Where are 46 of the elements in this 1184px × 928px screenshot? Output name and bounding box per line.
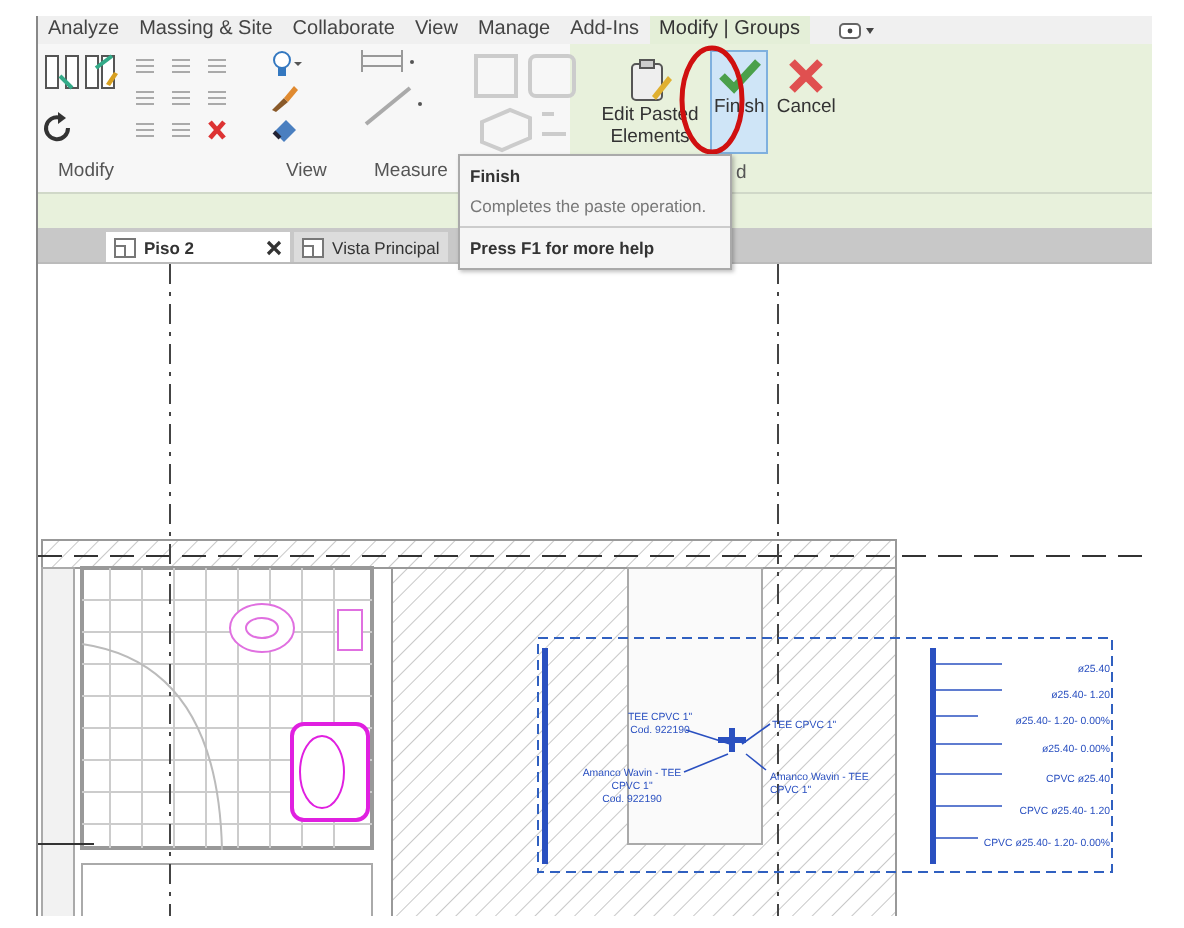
paintbrush-icon[interactable] bbox=[270, 84, 302, 112]
floor-plan-icon bbox=[114, 237, 136, 257]
leader-line bbox=[741, 723, 771, 745]
leader-line bbox=[685, 729, 731, 745]
ribbon-tab[interactable]: View bbox=[404, 16, 468, 44]
dropdown-icon[interactable] bbox=[837, 21, 878, 39]
close-icon bbox=[786, 56, 827, 96]
tooltip-description: Completes the paste operation. bbox=[460, 190, 730, 228]
ribbon-tab[interactable]: Modify | Groups bbox=[649, 16, 810, 44]
close-icon[interactable] bbox=[266, 239, 283, 255]
leader-line bbox=[935, 715, 979, 717]
document-tab[interactable]: Vista Principal bbox=[294, 232, 448, 262]
panel-label: View bbox=[284, 160, 329, 186]
rotate-icon[interactable] bbox=[42, 112, 74, 144]
lightbulb-icon[interactable] bbox=[270, 50, 302, 78]
leader-line bbox=[683, 753, 729, 773]
leader-line bbox=[935, 743, 1003, 745]
ribbon-tab[interactable]: Massing & Site bbox=[129, 16, 283, 44]
ribbon-tab[interactable]: Collaborate bbox=[282, 16, 405, 44]
pipe-fitting-icon bbox=[715, 725, 749, 755]
leader-line bbox=[935, 663, 1003, 665]
view-tab-label: Vista Principal bbox=[332, 237, 440, 257]
document-tab[interactable]: Piso 2 bbox=[106, 232, 291, 262]
floor-plan-icon bbox=[302, 237, 325, 257]
panel-label: d bbox=[736, 162, 747, 188]
cancel-button[interactable]: Cancel bbox=[772, 50, 840, 154]
leader-line bbox=[935, 837, 979, 839]
delete-icon[interactable] bbox=[206, 120, 228, 140]
leader-line bbox=[745, 753, 767, 771]
ribbon-tab[interactable]: Add-Ins bbox=[560, 16, 650, 44]
leader-line bbox=[935, 805, 1003, 807]
dimension-icon[interactable] bbox=[358, 50, 418, 74]
tooltip-help: Press F1 for more help bbox=[468, 236, 657, 262]
view-tab-label: Piso 2 bbox=[144, 237, 195, 257]
ribbon-tab[interactable]: Analyze bbox=[38, 16, 130, 44]
leader-line bbox=[935, 773, 1003, 775]
checkmark-icon bbox=[717, 56, 762, 96]
leader-line bbox=[935, 689, 1003, 691]
panel-label: Measure bbox=[372, 160, 450, 186]
eraser-icon[interactable] bbox=[270, 118, 302, 142]
clipboard-icon bbox=[626, 56, 674, 104]
tooltip-title: Finish bbox=[468, 164, 523, 190]
ribbon-tab[interactable]: Manage bbox=[467, 16, 561, 44]
group-icon bbox=[470, 50, 582, 154]
align-icon[interactable] bbox=[42, 52, 118, 92]
panel-label: Modify bbox=[56, 160, 116, 186]
